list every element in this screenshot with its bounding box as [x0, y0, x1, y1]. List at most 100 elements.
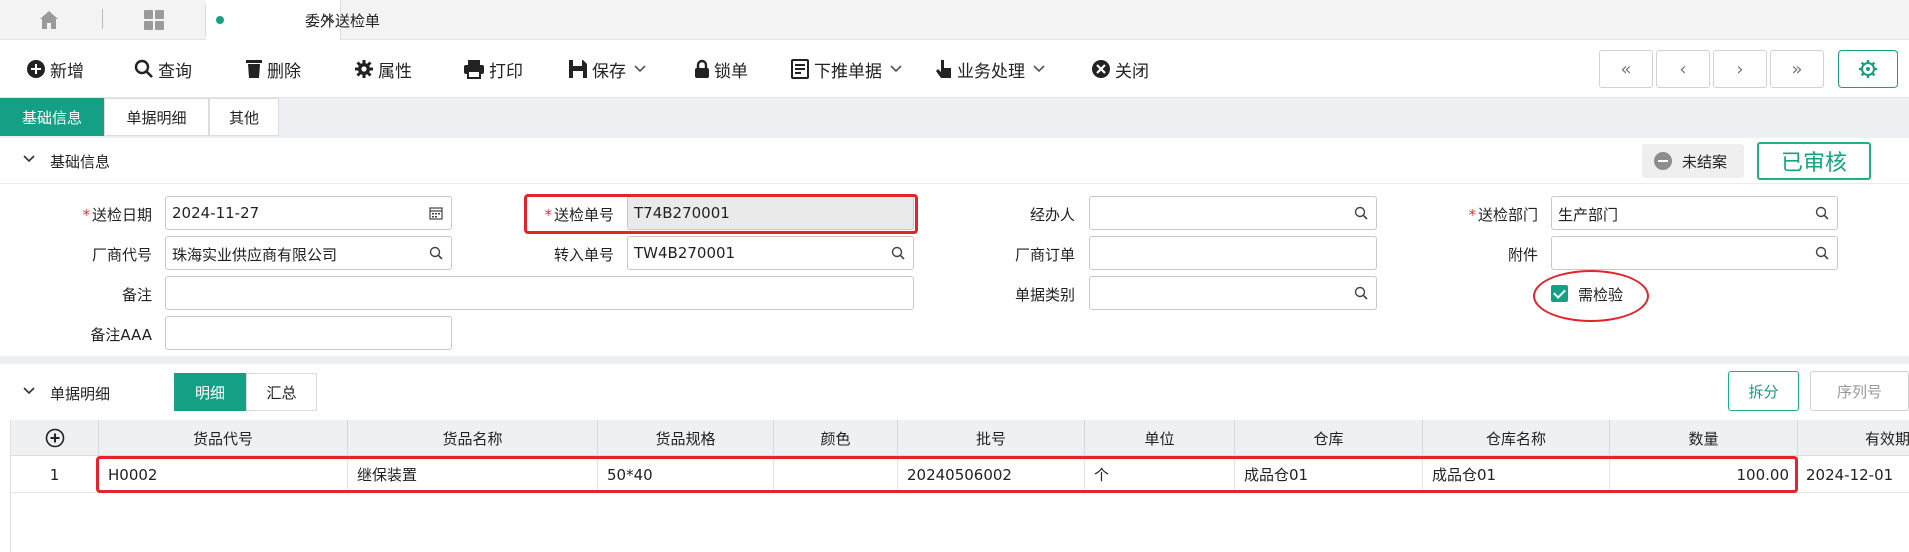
add-circle-icon[interactable] — [45, 428, 65, 448]
close-button[interactable]: 关闭 — [1091, 57, 1149, 82]
search-icon[interactable] — [1815, 246, 1829, 260]
first-record-button[interactable]: « — [1599, 50, 1653, 88]
divider — [102, 9, 103, 29]
minus-circle-icon — [1654, 152, 1672, 170]
hand-pointer-icon — [936, 60, 951, 78]
chevron-down-icon[interactable] — [634, 65, 646, 73]
doc-type-field[interactable] — [1089, 276, 1377, 310]
tab-detail[interactable]: 明细 — [174, 373, 246, 411]
close-label: 关闭 — [1115, 61, 1149, 82]
serial-number-button[interactable]: 序列号 — [1810, 371, 1909, 411]
inspect-date-label: * 送检日期 — [82, 206, 152, 224]
search-icon — [134, 59, 153, 78]
section-title: 单据明细 — [50, 385, 111, 403]
active-dot-icon — [216, 16, 224, 24]
print-label: 打印 — [489, 61, 523, 82]
new-label: 新增 — [50, 61, 84, 82]
business-label: 业务处理 — [957, 61, 1025, 82]
highlight-box — [524, 194, 918, 234]
save-label: 保存 — [592, 61, 626, 82]
app-grid-icon[interactable] — [143, 10, 165, 30]
cell-expiry[interactable]: 2024-12-01 — [1798, 456, 1909, 493]
column-header[interactable]: 有效期 — [1798, 420, 1909, 456]
tab-summary[interactable]: 汇总 — [246, 373, 317, 411]
search-icon[interactable] — [891, 246, 905, 260]
prev-record-button[interactable]: ‹ — [1656, 50, 1710, 88]
dept-label: * 送检部门 — [1468, 206, 1538, 224]
section-title: 基础信息 — [50, 153, 111, 171]
status-text: 未结案 — [1682, 152, 1728, 171]
inspect-date-field[interactable]: 2024-11-27 — [165, 196, 452, 230]
settings-button[interactable] — [1838, 50, 1898, 88]
document-list-icon — [791, 59, 809, 79]
vendor-order-label: 厂商订单 — [1014, 246, 1075, 264]
tab-outsource-inspection[interactable]: 委外送检单 × — [206, 0, 380, 40]
query-button[interactable]: 查询 — [134, 57, 192, 82]
divider — [0, 356, 1909, 364]
section-tabs: 基础信息 单据明细 其他 — [0, 98, 1909, 138]
tab-bar: 委外送检单 × — [0, 0, 1909, 40]
column-header[interactable]: 仓库名称 — [1423, 420, 1610, 456]
chevron-down-icon[interactable] — [22, 152, 36, 166]
new-button[interactable]: 新增 — [26, 57, 84, 82]
chevron-down-icon[interactable] — [1033, 65, 1045, 73]
floppy-icon — [569, 60, 587, 78]
tab-label: 委外送检单 — [304, 12, 380, 30]
push-down-label: 下推单据 — [814, 61, 882, 82]
basic-info-form: * 送检日期 2024-11-27 * 送检单号 T74B270001 经办人 * 送… — [0, 184, 1909, 356]
transfer-no-label: 转入单号 — [553, 246, 614, 264]
gear-icon — [355, 60, 373, 78]
row-index: 1 — [11, 456, 99, 493]
column-header[interactable]: 数量 — [1610, 420, 1798, 456]
split-button[interactable]: 拆分 — [1728, 371, 1799, 411]
chevron-down-icon[interactable] — [890, 65, 902, 73]
save-button[interactable]: 保存 — [568, 57, 650, 82]
lock-button[interactable]: 锁单 — [694, 57, 748, 82]
search-icon[interactable] — [429, 246, 443, 260]
push-down-button[interactable]: 下推单据 — [790, 57, 906, 82]
properties-button[interactable]: 属性 — [354, 57, 412, 82]
column-header[interactable]: 批号 — [898, 420, 1085, 456]
home-icon[interactable] — [38, 10, 60, 30]
vendor-label: 厂商代号 — [91, 246, 152, 264]
search-icon[interactable] — [1354, 286, 1368, 300]
search-icon[interactable] — [1815, 206, 1829, 220]
attachment-field[interactable] — [1551, 236, 1838, 270]
chevron-down-icon[interactable] — [22, 384, 36, 398]
column-header[interactable]: 货品名称 — [348, 420, 598, 456]
business-button[interactable]: 业务处理 — [935, 57, 1049, 82]
tab-other[interactable]: 其他 — [209, 98, 279, 136]
query-label: 查询 — [158, 61, 192, 82]
next-record-button[interactable]: › — [1713, 50, 1767, 88]
print-button[interactable]: 打印 — [463, 57, 523, 82]
tab-basic-info[interactable]: 基础信息 — [0, 98, 104, 136]
tab-doc-detail[interactable]: 单据明细 — [104, 98, 209, 136]
transfer-no-field[interactable]: TW4B270001 — [627, 236, 914, 270]
column-header[interactable]: 单位 — [1085, 420, 1235, 456]
add-row-cell[interactable] — [11, 420, 99, 456]
close-tab-icon[interactable]: × — [322, 9, 335, 28]
vendor-field[interactable]: 珠海实业供应商有限公司 — [165, 236, 452, 270]
calendar-icon[interactable] — [429, 206, 443, 220]
column-header[interactable]: 颜色 — [774, 420, 898, 456]
handler-field[interactable] — [1089, 196, 1377, 230]
column-header[interactable]: 货品规格 — [598, 420, 774, 456]
close-circle-icon — [1092, 60, 1110, 78]
basic-info-header: 基础信息 — [0, 138, 1909, 184]
search-icon[interactable] — [1354, 206, 1368, 220]
remark-field[interactable] — [165, 276, 914, 310]
dept-field[interactable]: 生产部门 — [1551, 196, 1838, 230]
trash-icon — [246, 60, 262, 78]
remark-aaa-field[interactable] — [165, 316, 452, 350]
column-header[interactable]: 仓库 — [1235, 420, 1423, 456]
doc-type-label: 单据类别 — [1014, 286, 1075, 304]
last-record-button[interactable]: » — [1770, 50, 1824, 88]
vendor-order-field[interactable] — [1089, 236, 1377, 270]
status-badge: 未结案 — [1642, 144, 1744, 178]
attachment-label: 附件 — [1507, 246, 1538, 264]
remark-label: 备注 — [121, 286, 152, 304]
delete-button[interactable]: 删除 — [245, 57, 301, 82]
detail-grid: 货品代号 货品名称 货品规格 颜色 批号 单位 仓库 仓库名称 数量 有效期 1… — [10, 420, 1909, 552]
column-header[interactable]: 货品代号 — [99, 420, 348, 456]
delete-label: 删除 — [267, 61, 301, 82]
